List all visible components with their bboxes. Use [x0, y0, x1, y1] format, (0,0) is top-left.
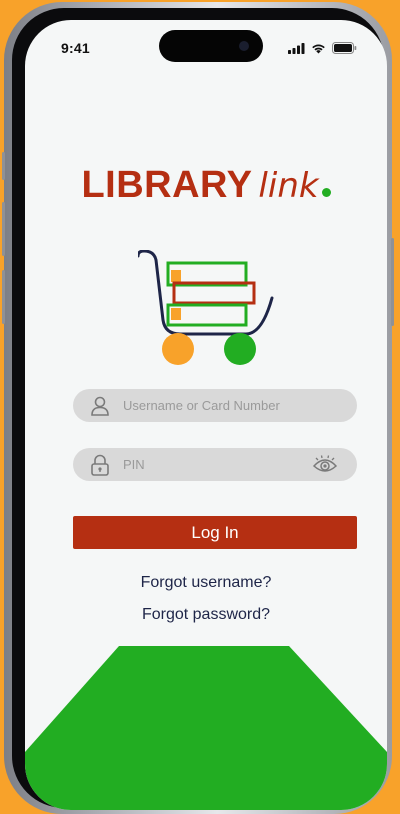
camera-icon: [239, 41, 249, 51]
cell-signal-icon: [288, 42, 305, 54]
volume-up-button: [2, 202, 5, 256]
logo-secondary-text: link: [258, 166, 319, 206]
battery-icon: [332, 42, 357, 54]
lock-icon: [89, 454, 111, 476]
logo-primary-text: LIBRARY: [81, 164, 253, 206]
login-button[interactable]: Log In: [73, 516, 357, 549]
user-icon: [89, 395, 111, 417]
forgot-password-link[interactable]: Forgot password?: [25, 606, 387, 624]
dynamic-island: [159, 30, 263, 62]
username-field-container: [73, 389, 357, 422]
pin-input[interactable]: [123, 457, 313, 472]
status-icons: [288, 42, 357, 54]
app-logo: LIBRARY link: [25, 164, 387, 207]
status-time: 9:41: [61, 40, 90, 56]
volume-down-button: [2, 270, 5, 324]
phone-bezel: 9:41 LIBRARY link Username or Card Numbe…: [12, 8, 387, 810]
username-input[interactable]: [123, 398, 357, 413]
cart-logo-icon: [138, 250, 274, 365]
forgot-username-link[interactable]: Forgot username?: [25, 574, 387, 592]
phone-frame: 9:41 LIBRARY link Username or Card Numbe…: [2, 2, 394, 814]
silent-switch: [2, 152, 5, 180]
eye-icon[interactable]: [313, 454, 337, 475]
green-hill-shape: [25, 646, 387, 810]
wifi-icon: [312, 44, 325, 53]
power-button: [391, 238, 394, 326]
screen: 9:41 LIBRARY link Username or Card Numbe…: [25, 20, 387, 810]
logo-dot: [321, 188, 331, 197]
pin-field-container: [73, 448, 357, 481]
